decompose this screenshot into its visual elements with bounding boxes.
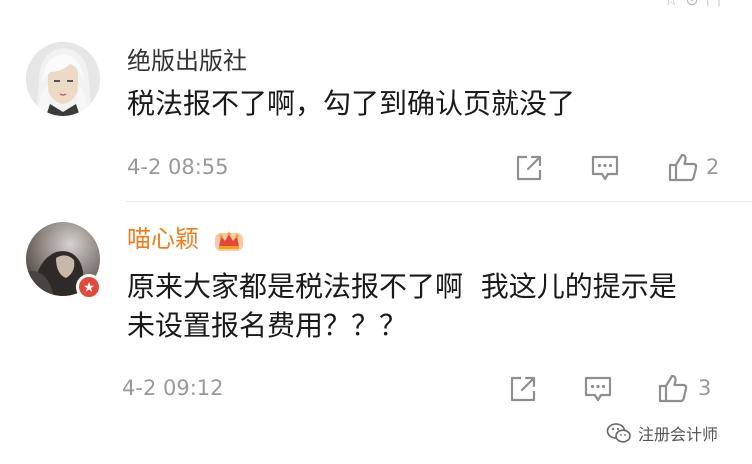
wechat-icon [606,423,631,443]
verified-icon [84,282,94,292]
top-strip: ☆ ⊙ □ [0,0,752,6]
share-icon [516,155,542,181]
thumbs-up-icon [668,153,698,182]
verified-badge [76,274,102,300]
like-button[interactable] [657,372,689,404]
like-count: 3 [698,376,712,400]
timestamp: 4-2 08:55 [127,155,229,179]
share-button[interactable] [514,153,544,183]
comment-item: 绝版出版社 税法报不了啊，勾了到确认页就没了 4-2 08:55 2 [0,30,752,202]
comment-text: 税法报不了啊，勾了到确认页就没了 [127,87,576,120]
thumbs-up-icon [658,374,688,403]
avatar[interactable] [26,42,100,116]
watermark: 注册会计师 [606,418,718,448]
comment-text: 原来大家都是税法报不了啊 我这儿的提示是 未设置报名费用？？？ [127,270,677,342]
share-button[interactable] [508,374,538,404]
timestamp: 4-2 09:12 [122,376,224,400]
comment-icon [584,376,612,402]
comment-list: ☆ ⊙ □ 绝版出版社 税法报不了啊，勾了到确认页就没了 4-2 08:55 [0,0,752,464]
reply-button[interactable] [583,374,613,404]
username[interactable]: 喵心颖 [127,224,199,254]
reply-button[interactable] [590,153,620,183]
anime-avatar-icon [26,42,100,116]
crown-icon [212,225,246,255]
comment-item: 喵心颖 原来大家都是税法报不了啊 我这儿的提示是 未设置报名费用？？？ 4-2 … [0,210,752,410]
comment-divider [125,201,752,202]
top-strip-faint-text: ☆ ⊙ □ [664,0,722,6]
like-button[interactable] [667,151,699,183]
like-count: 2 [706,155,720,179]
username[interactable]: 绝版出版社 [127,46,247,76]
comment-icon [591,155,619,181]
share-icon [510,376,536,402]
watermark-label: 注册会计师 [638,425,719,444]
